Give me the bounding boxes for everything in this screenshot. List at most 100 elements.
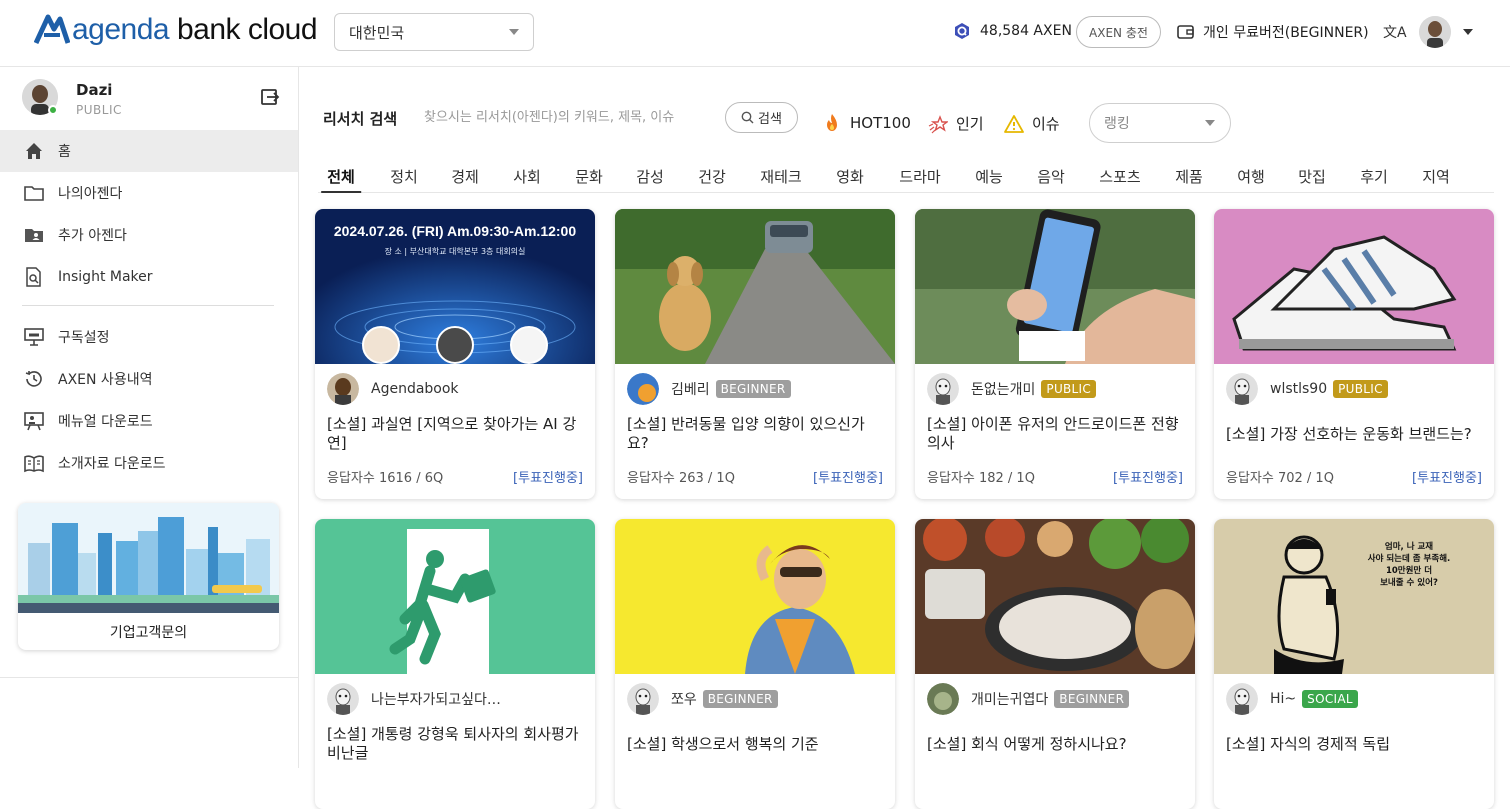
hot100-button[interactable]: HOT100 [822, 113, 911, 133]
card-title: [소셜] 자식의 경제적 독립 [1226, 735, 1391, 753]
tab-music[interactable]: 음악 [1037, 166, 1065, 193]
card-response-count: 응답자수 263 / 1Q [627, 471, 735, 486]
card-response-count: 응답자수 182 / 1Q [927, 471, 1035, 486]
tab-region[interactable]: 지역 [1422, 166, 1450, 193]
card-vote-status[interactable]: [투표진행중] [1412, 467, 1482, 486]
tab-restaurants[interactable]: 맛집 [1298, 166, 1326, 193]
card-thumbnail [615, 209, 895, 364]
card-banner-date: 2024.07.26. (FRI) Am.09:30-Am.12:00 [333, 223, 577, 239]
ranking-select[interactable]: 랭킹 [1089, 103, 1231, 143]
tab-entertainment[interactable]: 예능 [975, 166, 1003, 193]
user-level-badge: BEGINNER [1054, 690, 1130, 708]
card-title: [소셜] 개통령 강형욱 퇴사자의 회사평가 비난글 [327, 725, 579, 762]
tab-movie[interactable]: 영화 [836, 166, 864, 193]
research-card[interactable]: 쪼우 BEGINNER [소셜] 학생으로서 행복의 기준 [615, 519, 895, 809]
wallet-icon [1177, 25, 1194, 39]
research-card[interactable]: 개미는귀엽다 BEGINNER [소셜] 회식 어떻게 정하시나요? [915, 519, 1195, 809]
avatar [927, 373, 959, 405]
sidebar-item-home[interactable]: 홈 [0, 130, 298, 172]
profile-card: Dazi PUBLIC [22, 79, 282, 123]
user-level-badge: PUBLIC [1333, 380, 1388, 398]
card-author: wlstls90 PUBLIC [1226, 373, 1388, 405]
sidebar-item-axen-history[interactable]: AXEN 사용내역 [0, 358, 298, 400]
sidebar-item-my-agenda[interactable]: 나의아젠다 [0, 172, 298, 214]
avatar [927, 683, 959, 715]
fire-icon [827, 114, 837, 131]
card-thumbnail: 2024.07.26. (FRI) Am.09:30-Am.12:00 장 소 … [315, 209, 595, 364]
history-icon [25, 371, 42, 387]
logout-icon[interactable] [260, 87, 280, 107]
app-logo[interactable]: agenda bank cloud [34, 10, 318, 50]
tab-products[interactable]: 제품 [1175, 166, 1203, 193]
card-vote-status[interactable]: [투표진행중] [1113, 467, 1183, 486]
tab-drama[interactable]: 드라마 [899, 166, 940, 193]
tab-sports[interactable]: 스포츠 [1099, 166, 1140, 193]
card-thumbnail [915, 519, 1195, 674]
tab-reviews[interactable]: 후기 [1360, 166, 1388, 193]
research-search-input[interactable] [424, 104, 704, 130]
sidebar-item-intro-download[interactable]: 소개자료 다운로드 [0, 442, 298, 484]
research-card[interactable]: 2024.07.26. (FRI) Am.09:30-Am.12:00 장 소 … [315, 209, 595, 499]
card-author: 김베리 BEGINNER [627, 373, 791, 405]
card-comic-text: 엄마, 나 교재 사야 되는데 좀 부족해. 10만원만 더 보내줄 수 있어? [1367, 542, 1451, 588]
research-card[interactable]: wlstls90 PUBLIC [소셜] 가장 선호하는 운동화 브랜드는? 응… [1214, 209, 1494, 499]
card-thumbnail [315, 519, 595, 674]
sidebar-item-insight-maker[interactable]: Insight Maker [0, 256, 298, 298]
card-title: [소셜] 회식 어떻게 정하시나요? [927, 735, 1127, 753]
card-author: 쪼우 BEGINNER [627, 683, 778, 715]
tab-all[interactable]: 전체 [321, 166, 361, 193]
card-vote-status[interactable]: [투표진행중] [513, 467, 583, 486]
chevron-down-icon [509, 29, 519, 35]
sidebar-item-subscription[interactable]: 구독설정 [0, 316, 298, 358]
search-button-label: 검색 [758, 112, 782, 127]
warning-icon [1004, 114, 1024, 133]
tab-travel[interactable]: 여행 [1237, 166, 1265, 193]
search-icon [741, 111, 754, 124]
sidebar-item-extra-agenda[interactable]: 추가 아젠다 [0, 214, 298, 256]
tab-culture[interactable]: 문화 [575, 166, 603, 193]
plan-indicator[interactable]: 개인 무료버전(BEGINNER) [1177, 22, 1369, 42]
card-author-name: 돈없는개미 [971, 382, 1036, 398]
popular-button[interactable]: 인기 [928, 113, 984, 134]
research-card[interactable]: 김베리 BEGINNER [소셜] 반려동물 입양 의향이 있으신가요? 응답자… [615, 209, 895, 499]
card-author-name: Agendabook [371, 381, 459, 397]
card-author-name: 쪼우 [671, 692, 697, 708]
sidebar-divider [0, 677, 298, 678]
card-response-count: 응답자수 1616 / 6Q [327, 471, 444, 486]
user-menu[interactable] [1419, 16, 1473, 48]
research-search-label: 리서치 검색 [323, 110, 398, 128]
region-select[interactable]: 대한민국 [334, 13, 534, 51]
card-vote-status[interactable]: [투표진행중] [813, 467, 883, 486]
tab-emotion[interactable]: 감성 [636, 166, 664, 193]
translate-icon[interactable]: 文A [1383, 22, 1407, 42]
tab-society[interactable]: 사회 [513, 166, 541, 193]
avatar [327, 373, 359, 405]
card-thumbnail [1214, 209, 1494, 364]
research-card[interactable]: 나는부자가되고싶다… [소셜] 개통령 강형욱 퇴사자의 회사평가 비난글 [315, 519, 595, 809]
avatar [627, 683, 659, 715]
user-level-badge: BEGINNER [715, 380, 791, 398]
sidebar-item-label: 구독설정 [58, 330, 110, 346]
sidebar: Dazi PUBLIC 홈 나의아젠다 추가 아젠다 Insight Maker… [0, 67, 299, 768]
card-banner-venue: 장 소 | 부산대학교 대학본부 3층 대회의실 [384, 247, 526, 256]
tab-economy[interactable]: 경제 [451, 166, 479, 193]
tab-investment[interactable]: 재테크 [760, 166, 801, 193]
home-icon [26, 143, 42, 159]
card-author-name: 나는부자가되고싶다… [371, 692, 501, 708]
research-card[interactable]: 엄마, 나 교재 사야 되는데 좀 부족해. 10만원만 더 보내줄 수 있어?… [1214, 519, 1494, 809]
sidebar-item-label: Insight Maker [58, 269, 153, 285]
card-title: [소셜] 아이폰 유저의 안드로이드폰 전향 의사 [927, 415, 1179, 452]
axen-charge-button[interactable]: AXEN 충전 [1076, 16, 1161, 48]
plan-text: 개인 무료버전(BEGINNER) [1203, 25, 1369, 41]
tab-politics[interactable]: 정치 [390, 166, 418, 193]
card-title: [소셜] 가장 선호하는 운동화 브랜드는? [1226, 425, 1472, 443]
enterprise-inquiry-card[interactable]: 기업고객문의 [18, 503, 279, 650]
sidebar-divider [22, 305, 274, 306]
tab-health[interactable]: 건강 [698, 166, 726, 193]
avatar [327, 683, 359, 715]
research-card[interactable]: 돈없는개미 PUBLIC [소셜] 아이폰 유저의 안드로이드폰 전향 의사 응… [915, 209, 1195, 499]
search-button[interactable]: 검색 [725, 102, 798, 133]
sidebar-item-manual-download[interactable]: 메뉴얼 다운로드 [0, 400, 298, 442]
issue-button[interactable]: 이슈 [1004, 113, 1060, 134]
enterprise-inquiry-label: 기업고객문의 [109, 625, 188, 641]
